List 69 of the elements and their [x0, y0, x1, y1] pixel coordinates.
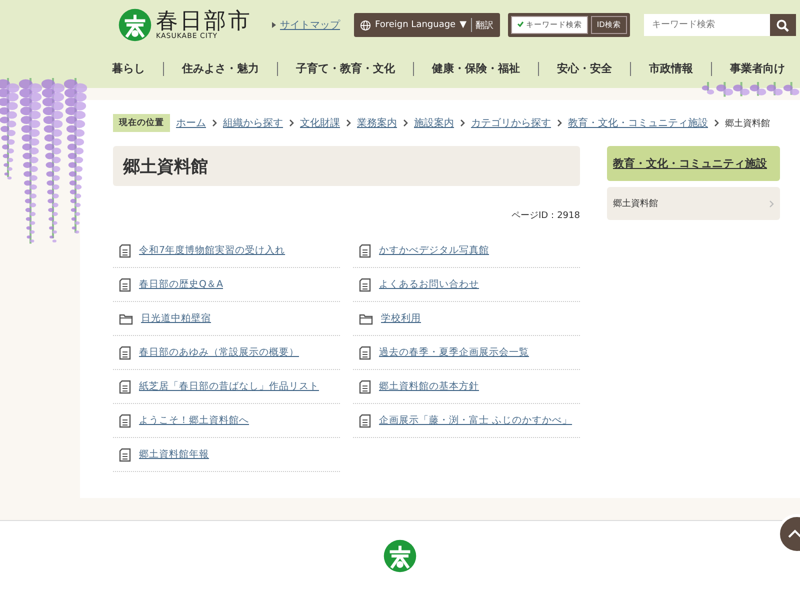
chevron-icon — [460, 119, 465, 127]
document-icon — [359, 278, 371, 292]
breadcrumb-link[interactable]: 教育・文化・コミュニティ施設 — [568, 116, 708, 130]
page-link[interactable]: 日光道中粕壁宿 — [141, 312, 211, 325]
document-icon — [359, 414, 371, 428]
foreign-language-label: Foreign Language — [375, 20, 456, 30]
page-link[interactable]: かすかべデジタル写真館 — [379, 244, 489, 257]
nav-menu-item[interactable]: 健康・保険・福祉 — [413, 62, 538, 76]
chevron-icon — [557, 119, 562, 127]
document-icon — [119, 414, 131, 428]
breadcrumb-link[interactable]: カテゴリから探す — [471, 116, 551, 130]
page-link[interactable]: 紙芝居「春日部の昔ばなし」作品リスト — [139, 380, 319, 393]
page-link[interactable]: 企画展示「藤・渕・富士 ふじのかすかべ」 — [379, 414, 572, 427]
page-link[interactable]: 春日部のあゆみ（常設展示の概要） — [139, 346, 299, 359]
nav-menu-item[interactable]: 事業者向け — [711, 62, 800, 76]
page-link[interactable]: 春日部の歴史Q＆A — [139, 278, 223, 291]
folder-icon — [119, 312, 133, 324]
sitemap-link[interactable]: サイトマップ — [280, 18, 340, 32]
breadcrumb-link[interactable]: ホーム — [176, 116, 206, 130]
breadcrumb-current: 郷土資料館 — [725, 118, 770, 130]
caret-icon: ▼ — [460, 20, 467, 30]
page-link[interactable]: よくあるお問い合わせ — [379, 278, 479, 291]
document-icon — [359, 380, 371, 394]
breadcrumb-label: 現在の位置 — [113, 114, 170, 132]
document-icon — [119, 448, 131, 462]
page-link[interactable]: 令和7年度博物館実習の受け入れ — [139, 244, 286, 257]
folder-icon — [359, 312, 373, 324]
nav-menu-item[interactable]: 市政情報 — [630, 62, 711, 76]
nav-menu-item[interactable]: 安心・安全 — [538, 62, 630, 76]
site-logo-text: 春日部市 — [156, 10, 252, 32]
document-icon — [359, 346, 371, 360]
keyword-search-field[interactable]: キーワード検索 — [644, 14, 770, 36]
page-title: 郷土資料館 — [113, 146, 580, 186]
chevron-icon — [212, 119, 217, 127]
document-icon — [119, 278, 131, 292]
page-link[interactable]: 学校利用 — [381, 312, 421, 325]
breadcrumb-link[interactable]: 文化財課 — [300, 116, 340, 130]
page-link[interactable]: 郷土資料館年報 — [139, 448, 209, 461]
chevron-up-icon — [788, 529, 800, 539]
page-link[interactable]: 郷土資料館の基本方針 — [379, 380, 479, 393]
nav-menu-item[interactable]: 住みよさ・魅力 — [163, 62, 277, 76]
page-link[interactable]: ようこそ！郷土資料館へ — [139, 414, 249, 427]
sidebar-item[interactable]: 郷土資料館 — [607, 187, 780, 220]
nav-menu-item[interactable]: 子育て・教育・文化 — [277, 62, 413, 76]
chevron-icon — [769, 200, 774, 208]
search-icon — [776, 18, 790, 32]
search-button[interactable] — [770, 14, 796, 36]
city-logo-icon — [118, 8, 152, 42]
foreign-language-button[interactable]: Foreign Language ▼ 翻訳 — [354, 13, 500, 37]
chevron-icon — [403, 119, 408, 127]
document-icon — [359, 244, 371, 258]
document-icon — [119, 346, 131, 360]
page-id: ページID：2918 — [510, 210, 580, 222]
triangle-icon — [272, 22, 276, 28]
page-link[interactable]: 過去の春季・夏季企画展示会一覧 — [379, 346, 529, 359]
chevron-icon — [289, 119, 294, 127]
sidebar-heading-link[interactable]: 教育・文化・コミュニティ施設 — [613, 157, 767, 170]
nav-menu-item[interactable]: 暮らし — [100, 62, 163, 76]
chevron-icon — [714, 119, 719, 127]
document-icon — [119, 380, 131, 394]
check-icon — [516, 21, 524, 27]
city-logo-icon — [383, 539, 417, 573]
breadcrumb-link[interactable]: 施設案内 — [414, 116, 454, 130]
globe-icon — [360, 20, 371, 30]
document-icon — [119, 244, 131, 258]
breadcrumb-link[interactable]: 業務案内 — [357, 116, 397, 130]
chevron-icon — [346, 119, 351, 127]
translate-label: 翻訳 — [476, 20, 494, 32]
breadcrumb-link[interactable]: 組織から探す — [223, 116, 283, 130]
